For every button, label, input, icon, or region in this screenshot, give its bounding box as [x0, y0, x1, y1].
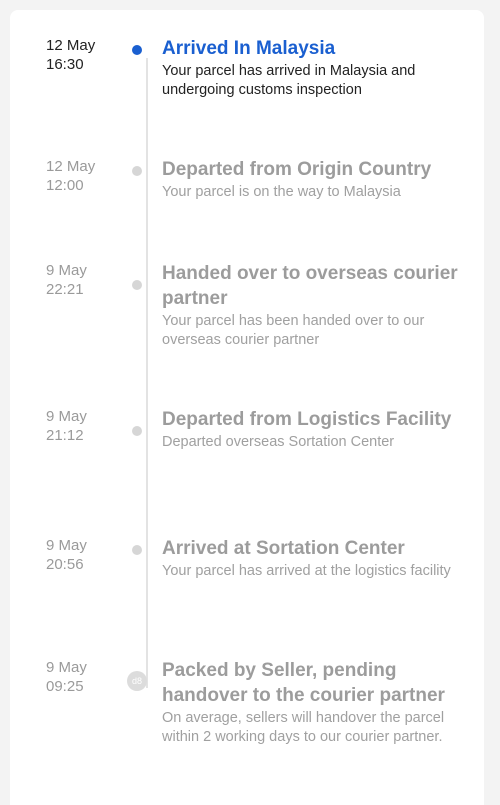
event-content: Arrived In Malaysia Your parcel has arri… [162, 36, 462, 100]
event-time: 21:12 [46, 427, 84, 444]
event-title: Packed by Seller, pending handover to th… [162, 660, 445, 706]
event-description: On average, sellers will handover the pa… [162, 710, 445, 745]
timeline-dot-icon [132, 166, 142, 176]
event-title: Handed over to overseas courier partner [162, 263, 458, 309]
timeline-dot-icon [132, 45, 142, 55]
event-description: Your parcel has arrived at the logistics… [162, 563, 451, 579]
event-content: Departed from Origin Country Your parcel… [162, 157, 462, 202]
event-description: Departed overseas Sortation Center [162, 434, 395, 450]
event-title: Departed from Logistics Facility [162, 409, 452, 430]
event-title: Arrived In Malaysia [162, 38, 336, 59]
event-description: Your parcel is on the way to Malaysia [162, 184, 401, 200]
event-date: 12 May [46, 37, 96, 54]
timeline-dot-icon [132, 426, 142, 436]
event-date: 9 May [46, 537, 87, 554]
event-content: Packed by Seller, pending handover to th… [162, 658, 462, 747]
event-title: Departed from Origin Country [162, 159, 432, 180]
event-datetime: 12 May 16:30 [46, 36, 95, 74]
timeline-line [146, 58, 148, 688]
event-date: 9 May [46, 262, 87, 279]
event-time: 22:21 [46, 281, 84, 298]
event-description: Your parcel has been handed over to our … [162, 313, 425, 348]
event-datetime: 12 May 12:00 [46, 157, 95, 195]
event-time: 20:56 [46, 556, 84, 573]
package-badge-icon: d8 [127, 671, 147, 691]
timeline-dot-icon [132, 280, 142, 290]
event-date: 9 May [46, 408, 87, 425]
event-time: 12:00 [46, 177, 84, 194]
event-date: 9 May [46, 659, 87, 676]
event-datetime: 9 May 21:12 [46, 407, 87, 445]
event-content: Departed from Logistics Facility Departe… [162, 407, 462, 452]
timeline-dot-icon [132, 545, 142, 555]
event-title: Arrived at Sortation Center [162, 538, 405, 559]
event-description: Your parcel has arrived in Malaysia and … [162, 63, 416, 98]
event-time: 16:30 [46, 56, 84, 73]
event-datetime: 9 May 22:21 [46, 261, 87, 299]
event-datetime: 9 May 09:25 [46, 658, 87, 696]
event-content: Arrived at Sortation Center Your parcel … [162, 536, 462, 581]
event-date: 12 May [46, 158, 96, 175]
event-time: 09:25 [46, 678, 84, 695]
event-content: Handed over to overseas courier partner … [162, 261, 462, 350]
event-datetime: 9 May 20:56 [46, 536, 87, 574]
